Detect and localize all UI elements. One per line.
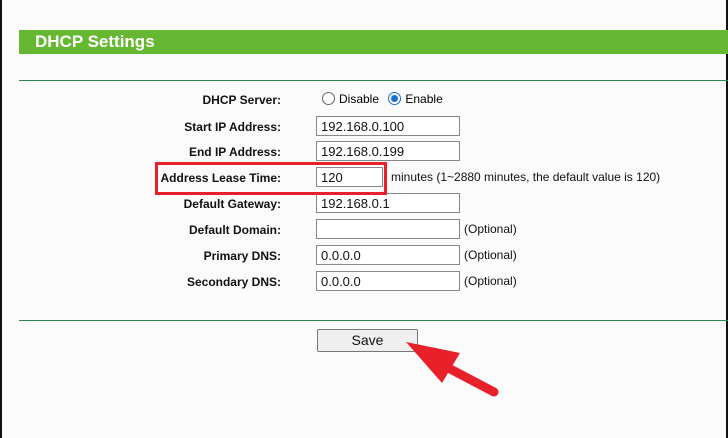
arrow-annotation-icon xyxy=(406,342,499,397)
